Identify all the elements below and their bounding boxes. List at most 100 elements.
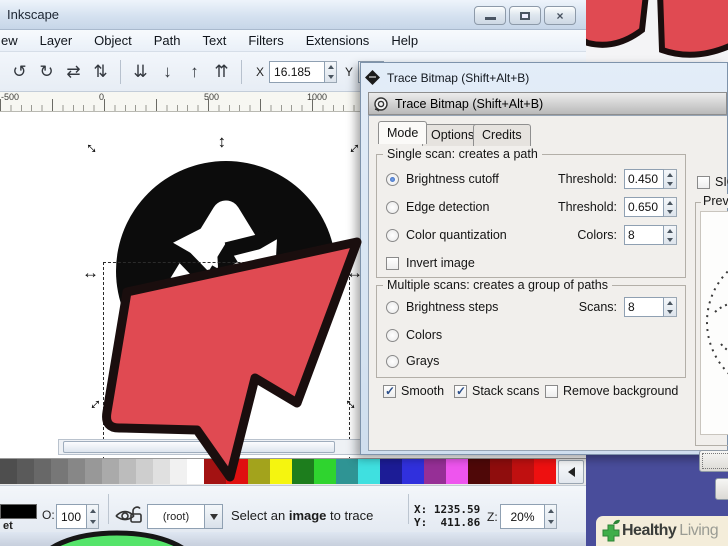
menu-item-layer[interactable]: Layer [29,31,84,50]
separator [241,59,242,84]
palette-swatch[interactable] [490,459,512,484]
threshold-spinner-edge[interactable] [664,197,677,217]
flip-horizontal-icon[interactable]: ⇄ [60,59,87,85]
trace-swirl-icon [374,96,388,112]
palette-swatch[interactable] [170,459,187,484]
zoom-input[interactable]: 20% [500,504,545,529]
update-button[interactable] [699,450,728,472]
menu-item-extensions[interactable]: Extensions [295,31,381,50]
threshold-input-edge[interactable]: 0.650 [624,197,664,217]
palette-swatch[interactable] [0,459,17,484]
palette-swatch[interactable] [358,459,380,484]
tab-credits[interactable]: Credits [473,124,531,146]
preview-area [700,211,728,435]
scans-input[interactable]: 8 [624,297,664,317]
palette-swatch[interactable] [314,459,336,484]
rotate-cw-icon[interactable]: ↻ [33,59,60,85]
selection-handle-w[interactable]: ↔ [82,264,99,281]
decorative-green-shape [32,530,202,546]
palette-swatch[interactable] [270,459,292,484]
raise-to-top-icon[interactable]: ⇈ [208,59,235,85]
radio-brightness-cutoff[interactable] [386,172,399,186]
scrollbar-thumb[interactable] [63,441,335,453]
lower-to-bottom-icon[interactable]: ⇊ [127,59,154,85]
menu-item-text[interactable]: Text [191,31,237,50]
multiple-scans-legend: Multiple scans: creates a group of paths [383,278,612,292]
dialog-titlebar[interactable]: Trace Bitmap (Shift+Alt+B) [365,66,727,89]
palette-swatch[interactable] [226,459,248,484]
fill-color-swatch[interactable] [0,504,37,519]
radio-edge-detection[interactable] [386,200,399,214]
palette-swatch[interactable] [204,459,226,484]
palette-swatch[interactable] [424,459,446,484]
layer-lock-icon[interactable] [128,506,144,524]
zoom-spinner[interactable] [545,504,557,529]
minimize-button[interactable] [474,6,506,25]
close-button[interactable]: × [544,6,576,25]
selection-handle-n[interactable]: ↔ [215,134,234,151]
palette-swatch[interactable] [402,459,424,484]
x-coordinate-label: X [256,64,265,79]
layer-dropdown-button[interactable] [205,504,223,529]
scans-spinner[interactable] [664,297,677,317]
opacity-input[interactable]: 100 [56,504,87,529]
flip-vertical-icon[interactable]: ⇅ [87,59,114,85]
palette-swatch[interactable] [153,459,170,484]
palette-swatches [0,459,556,485]
palette-swatch[interactable] [248,459,270,484]
radio-color-quantization[interactable] [386,228,399,242]
opacity-spinner[interactable] [87,504,99,529]
watermark: Healthy Living [596,516,728,546]
menu-item-view[interactable]: ew [0,31,29,50]
palette-swatch[interactable] [534,459,556,484]
tab-mode[interactable]: Mode [378,121,428,144]
current-layer-select[interactable]: (root) [147,504,205,529]
checkbox-smooth[interactable] [383,384,396,398]
menu-item-filters[interactable]: Filters [237,31,294,50]
palette-swatch[interactable] [17,459,34,484]
palette-swatch[interactable] [446,459,468,484]
threshold-input-brightness[interactable]: 0.450 [624,169,664,189]
threshold-spinner-brightness[interactable] [664,169,677,189]
maximize-button[interactable] [509,6,541,25]
checkbox-stack-scans[interactable] [454,384,467,398]
palette-scroll-left-button[interactable] [558,460,584,484]
rotate-ccw-icon[interactable]: ↺ [6,59,33,85]
color-palette [0,458,586,485]
menu-item-path[interactable]: Path [143,31,192,50]
checkbox-remove-background[interactable] [545,384,558,398]
selection-handle-sw[interactable]: ↔ [81,390,106,415]
lower-icon[interactable]: ↓ [154,59,181,85]
radio-grays[interactable] [386,354,399,368]
palette-swatch[interactable] [34,459,51,484]
palette-swatch[interactable] [336,459,358,484]
x-coordinate-input[interactable]: 16.185 [269,60,326,83]
palette-swatch[interactable] [136,459,153,484]
radio-brightness-steps[interactable] [386,300,399,314]
checkbox-siox[interactable] [697,175,710,189]
siox-label: SIO [715,175,728,189]
colors-spinner[interactable] [664,225,677,245]
palette-swatch[interactable] [468,459,490,484]
palette-swatch[interactable] [187,459,204,484]
dialog-inner-titlebar[interactable]: Trace Bitmap (Shift+Alt+B) [368,92,727,115]
palette-swatch[interactable] [292,459,314,484]
dialog-body: Mode Options Credits Single scan: create… [368,115,728,500]
raise-icon[interactable]: ↑ [181,59,208,85]
dialog-action-button[interactable] [715,478,728,500]
selection-handle-nw[interactable]: ↔ [81,134,106,159]
colors-input[interactable]: 8 [624,225,664,245]
palette-swatch[interactable] [119,459,136,484]
x-coordinate-spinner[interactable] [325,60,338,83]
menu-item-object[interactable]: Object [83,31,143,50]
checkbox-invert-image[interactable] [386,256,399,270]
palette-swatch[interactable] [85,459,102,484]
palette-swatch[interactable] [380,459,402,484]
palette-swatch[interactable] [68,459,85,484]
palette-swatch[interactable] [512,459,534,484]
palette-swatch[interactable] [51,459,68,484]
radio-colors[interactable] [386,328,399,342]
menu-item-help[interactable]: Help [380,31,429,50]
y-coordinate-label: Y [345,64,354,79]
palette-swatch[interactable] [102,459,119,484]
